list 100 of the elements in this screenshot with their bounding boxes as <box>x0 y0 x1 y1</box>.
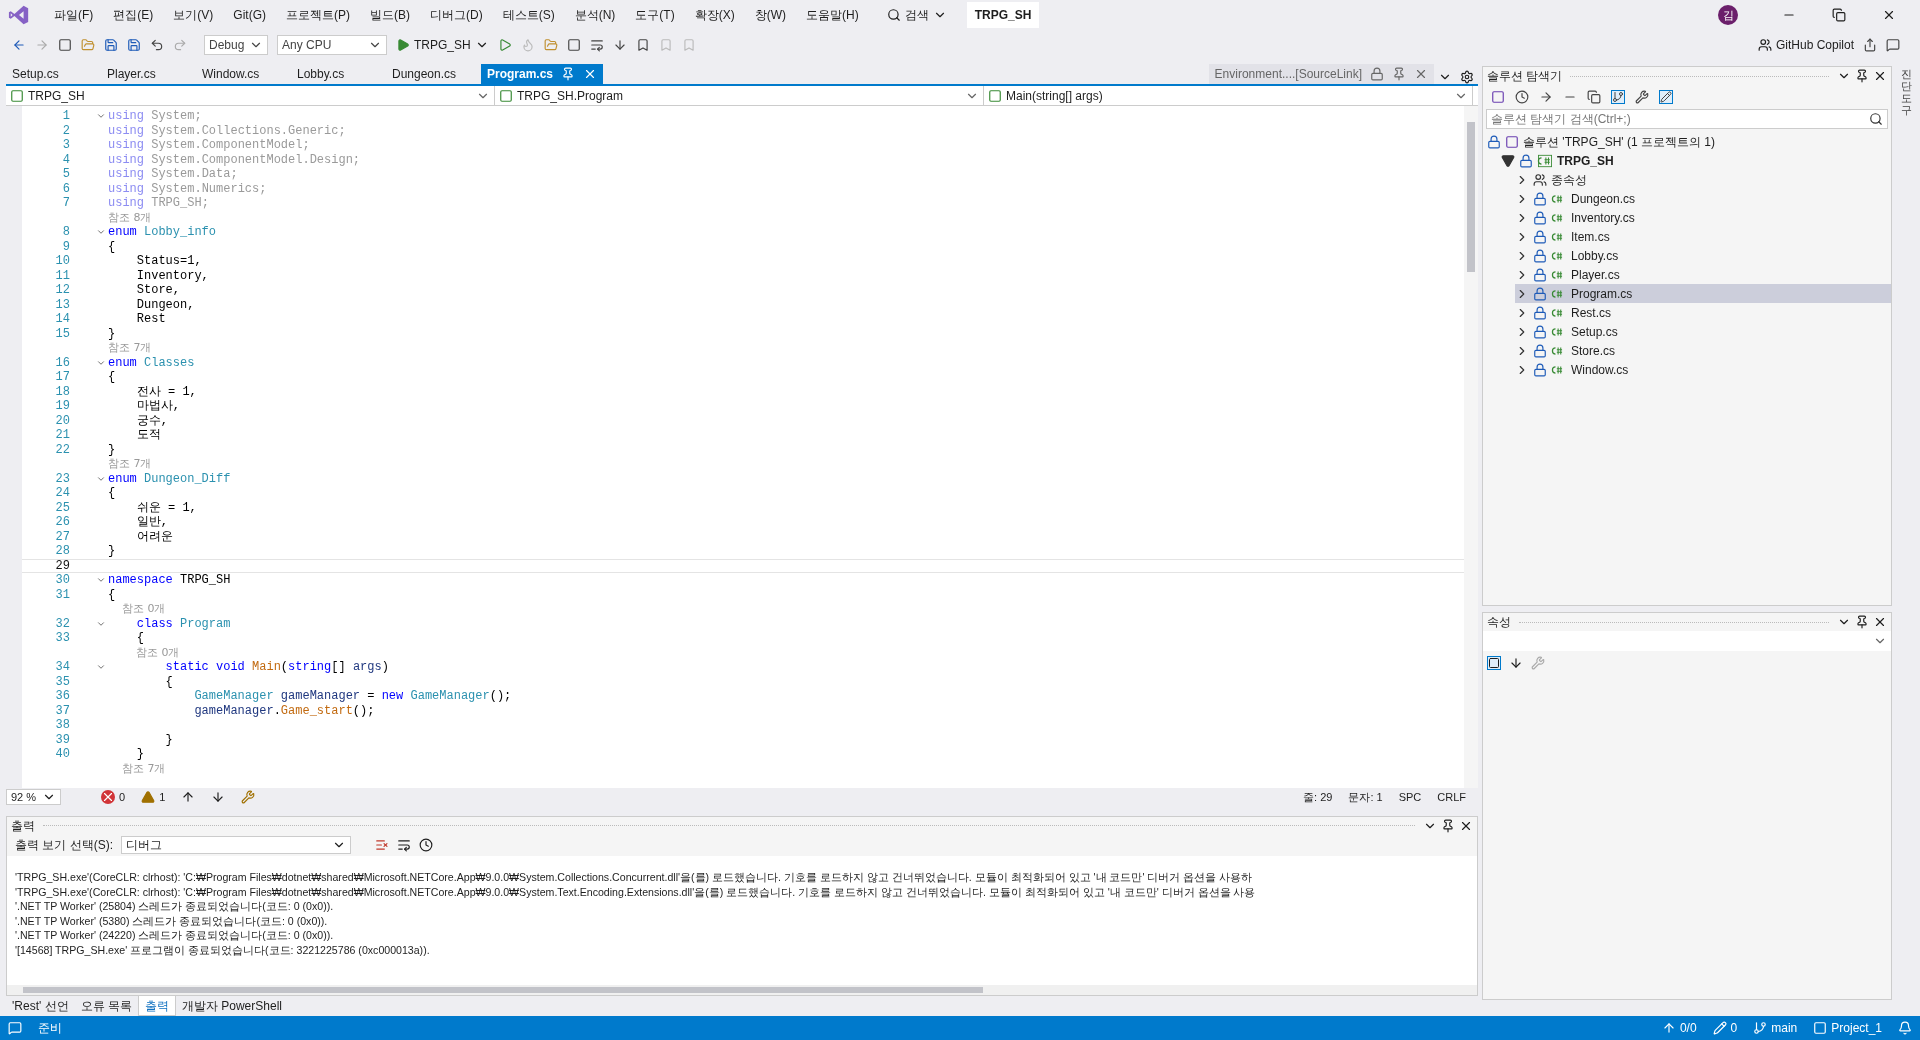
menu-item[interactable]: 보기(V) <box>165 6 222 24</box>
settings-icon[interactable] <box>1460 70 1474 84</box>
code-token: 전사 = 1, <box>135 384 197 399</box>
tree-item[interactable]: Window.cs <box>1515 360 1891 379</box>
restore-icon[interactable] <box>1832 8 1846 22</box>
close-icon[interactable] <box>1882 8 1896 22</box>
menu-item[interactable]: 도구(T) <box>627 6 683 24</box>
menu-item[interactable]: Git(G) <box>225 6 274 24</box>
show-all-files-icon[interactable] <box>1587 90 1601 104</box>
close-icon[interactable] <box>1873 69 1887 83</box>
tree-item[interactable]: Rest.cs <box>1515 303 1891 322</box>
code-token: new <box>381 689 404 704</box>
view-hierarchy-icon[interactable] <box>1611 90 1625 104</box>
csharp-project-icon <box>1537 153 1553 168</box>
document-tab[interactable]: Dungeon.cs <box>386 64 481 84</box>
side-tab[interactable]: 진단 도구 <box>1900 68 1912 1016</box>
tree-item[interactable]: Item.cs <box>1515 227 1891 246</box>
bookmark-icon[interactable] <box>635 38 650 52</box>
code-token: gameManager <box>279 689 361 704</box>
menu-item[interactable]: 확장(X) <box>686 6 743 24</box>
output-source-dropdown[interactable]: 디버그 <box>121 836 351 854</box>
pin-icon[interactable] <box>1441 818 1455 833</box>
platform-dropdown[interactable]: Any CPU <box>277 35 387 55</box>
column-position[interactable]: 문자: 1 <box>1348 788 1383 806</box>
timestamp-icon[interactable] <box>419 838 433 852</box>
word-wrap-icon[interactable] <box>397 838 411 852</box>
previous-issue-icon[interactable] <box>181 790 196 804</box>
start-button[interactable]: TRPG_SH <box>396 36 489 54</box>
tree-item[interactable]: Player.cs <box>1515 265 1891 284</box>
tree-item[interactable]: TRPG_SH <box>1501 151 1891 170</box>
menu-item[interactable]: 프로젝트(P) <box>278 6 358 24</box>
notification-icon[interactable] <box>1898 1021 1912 1035</box>
tree-item[interactable]: Inventory.cs <box>1515 208 1891 227</box>
save-icon[interactable] <box>104 38 118 52</box>
vertical-scrollbar[interactable] <box>1464 106 1478 788</box>
close-icon[interactable] <box>1873 615 1887 629</box>
tree-item[interactable]: Lobby.cs <box>1515 246 1891 265</box>
code-token: using <box>108 181 144 196</box>
tree-item[interactable]: 종속성 <box>1515 170 1891 189</box>
menu-item[interactable]: 빌드(B) <box>362 6 418 24</box>
navigation-dropdown[interactable]: TRPG_SH.Program <box>495 86 984 105</box>
tree-item[interactable]: Setup.cs <box>1515 322 1891 341</box>
menu-item[interactable]: 편집(E) <box>105 6 162 24</box>
panel-tab[interactable]: 'Rest' 선언 <box>6 996 75 1016</box>
share-icon[interactable] <box>1863 38 1877 52</box>
panel-tab[interactable]: 개발자 PowerShell <box>175 996 288 1016</box>
panel-tab[interactable]: 오류 목록 <box>74 996 138 1016</box>
whitespace-mode[interactable]: SPC <box>1398 788 1422 806</box>
menu-item[interactable]: 디버그(D) <box>422 6 491 24</box>
line-number: 23 <box>54 471 71 486</box>
menu-item[interactable]: 테스트(S) <box>494 6 563 24</box>
pin-icon[interactable] <box>1855 69 1869 83</box>
search-field[interactable]: 솔루션 탐색기 검색(Ctrl+;) <box>1486 109 1888 129</box>
zoom-dropdown[interactable]: 92 % <box>6 789 61 805</box>
properties-icon[interactable] <box>1635 90 1649 104</box>
pin-icon[interactable] <box>1855 615 1869 629</box>
navigation-text: Main(string[] args) <box>1006 87 1103 105</box>
code-token: 궁수, <box>135 413 168 428</box>
save-all-icon[interactable] <box>127 38 141 52</box>
sync-icon[interactable] <box>1539 90 1553 104</box>
branch-selector[interactable]: main <box>1753 1019 1798 1037</box>
account-avatar[interactable]: 김 <box>1718 5 1738 25</box>
menu-item[interactable]: 창(W) <box>746 6 794 24</box>
tree-item[interactable]: 솔루션 'TRPG_SH' (1 프로젝트의 1) <box>1487 132 1891 151</box>
tree-item[interactable]: Store.cs <box>1515 341 1891 360</box>
document-tab[interactable]: Setup.cs <box>6 64 101 84</box>
repository-selector[interactable]: Project_1 <box>1813 1019 1882 1037</box>
menu-item[interactable]: 파일(F) <box>46 6 102 24</box>
line-number: 26 <box>54 515 71 530</box>
collapse-icon[interactable] <box>1501 153 1515 168</box>
feedback-icon[interactable] <box>1886 38 1900 52</box>
navigation-dropdown[interactable]: TRPG_SH <box>6 86 495 105</box>
back-icon[interactable] <box>12 38 26 52</box>
menu-item[interactable]: 분석(N) <box>566 6 624 24</box>
code-token: (); <box>352 703 375 718</box>
warning-count[interactable]: 1 <box>141 788 166 806</box>
document-tab[interactable]: Player.cs <box>101 64 196 84</box>
navigation-dropdown[interactable]: Main(string[] args) <box>984 86 1473 105</box>
configuration-dropdown[interactable]: Debug <box>204 35 268 55</box>
tree-item[interactable]: Dungeon.cs <box>1515 189 1891 208</box>
start-without-debugging-icon[interactable] <box>497 38 512 52</box>
panel-tab[interactable]: 출력 <box>137 996 176 1016</box>
pending-changes-icon[interactable] <box>1515 90 1529 104</box>
horizontal-scrollbar[interactable] <box>7 985 1477 995</box>
undo-icon[interactable] <box>150 38 164 52</box>
code-token: using <box>108 109 144 124</box>
tree-item[interactable]: Program.cs <box>1515 284 1891 303</box>
document-tab[interactable]: Lobby.cs <box>291 64 386 84</box>
clear-all-icon[interactable] <box>375 838 389 852</box>
search-button[interactable]: 검색 <box>878 6 955 24</box>
menu-item[interactable]: 도움말(H) <box>798 6 867 24</box>
copilot-button[interactable]: GitHub Copilot <box>1757 36 1854 54</box>
line-number: 25 <box>54 500 71 515</box>
line-ending[interactable]: CRLF <box>1437 788 1466 806</box>
error-count[interactable]: 0 <box>101 788 126 806</box>
document-tab[interactable]: Window.cs <box>196 64 291 84</box>
edits-indicator[interactable]: 0 <box>1712 1019 1738 1037</box>
changes-indicator[interactable]: 0/0 <box>1661 1019 1697 1037</box>
cleanup-icon[interactable] <box>241 790 256 804</box>
line-position[interactable]: 줄: 29 <box>1303 788 1333 806</box>
